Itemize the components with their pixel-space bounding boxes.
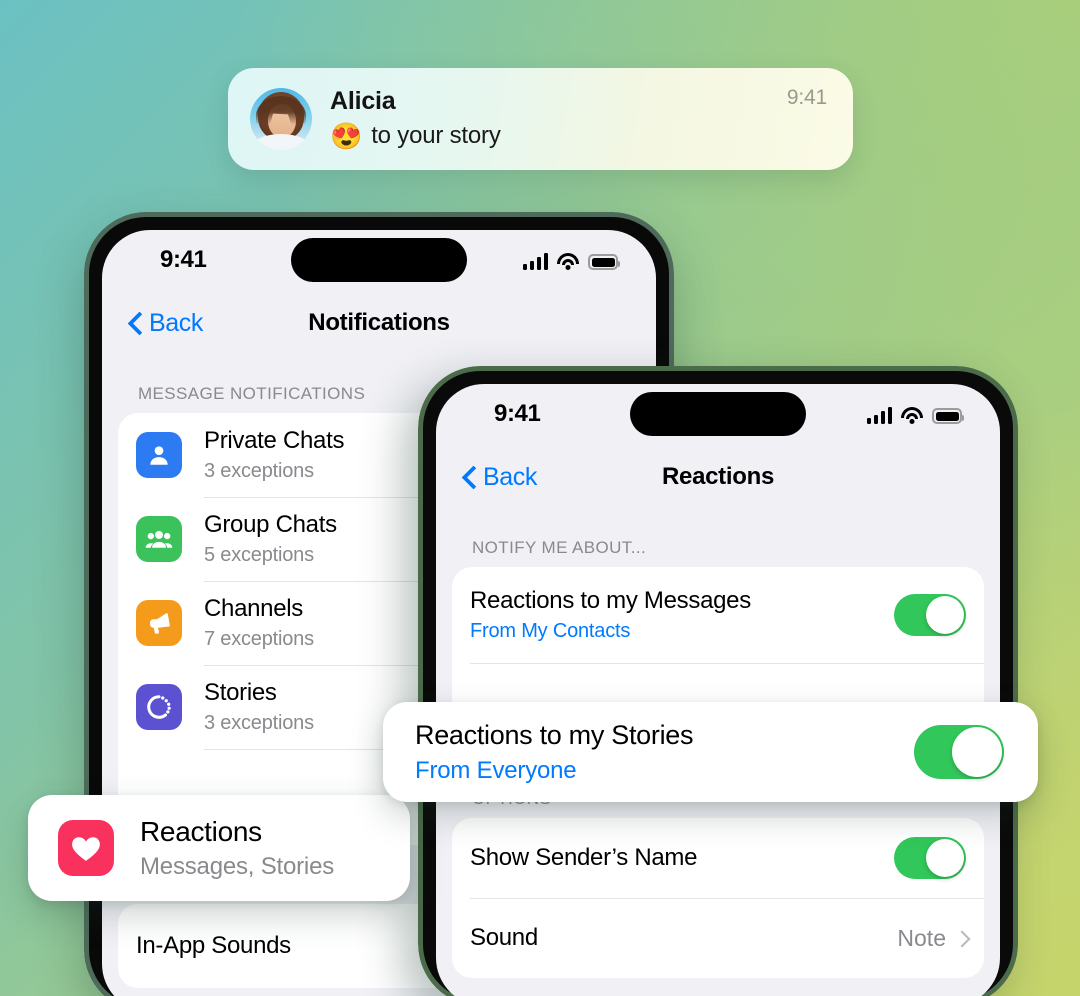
back-button[interactable]: Back: [462, 463, 537, 492]
list-item-title: Reactions to my Messages: [470, 587, 894, 616]
banner-message: 😍 to your story: [330, 122, 787, 150]
phone-right: 9:41 Back Reactions NOTIFY ME ABOUT...: [418, 366, 1018, 996]
chevron-left-icon: [462, 466, 475, 488]
promo-canvas: Alicia 😍 to your story 9:41 9:41: [0, 0, 1080, 996]
banner-time: 9:41: [787, 86, 827, 110]
page-title: Notifications: [308, 309, 449, 337]
list-item-sound[interactable]: Sound Note: [452, 898, 984, 978]
status-time: 9:41: [160, 246, 206, 274]
cellular-bars-icon: [867, 407, 893, 424]
avatar: [250, 88, 312, 150]
megaphone-icon: [136, 600, 182, 646]
sound-value: Note: [897, 925, 946, 952]
heart-eyes-emoji-icon: 😍: [330, 123, 362, 149]
toggle-show-senders-name[interactable]: [894, 837, 966, 879]
person-icon: [136, 432, 182, 478]
nav-bar-left: Back Notifications: [102, 292, 656, 354]
section-header-notify-me-about: NOTIFY ME ABOUT...: [436, 508, 1000, 567]
phone-right-screen: 9:41 Back Reactions NOTIFY ME ABOUT...: [436, 384, 1000, 996]
status-bar-left: 9:41: [102, 230, 656, 292]
card-title: Reactions: [140, 815, 388, 849]
toggle-reactions-to-my-stories[interactable]: [914, 725, 1004, 779]
banner-sender-name: Alicia: [330, 88, 787, 116]
list-item-title: Show Sender’s Name: [470, 844, 894, 873]
dynamic-island: [630, 392, 806, 436]
card-title: Reactions to my Stories: [415, 719, 914, 751]
floating-card-reactions-to-my-stories[interactable]: Reactions to my Stories From Everyone: [383, 702, 1038, 802]
story-circle-icon: [136, 684, 182, 730]
status-bar-right: 9:41: [436, 384, 1000, 446]
group-options: Show Sender’s Name Sound Note: [452, 818, 984, 978]
wifi-icon: [901, 407, 923, 424]
dynamic-island: [291, 238, 467, 282]
floating-card-reactions[interactable]: Reactions Messages, Stories: [28, 795, 410, 901]
back-label: Back: [483, 463, 537, 492]
cellular-bars-icon: [523, 253, 549, 270]
nav-bar-right: Back Reactions: [436, 446, 1000, 508]
page-title: Reactions: [662, 463, 774, 491]
list-item-show-senders-name[interactable]: Show Sender’s Name: [452, 818, 984, 898]
battery-icon: [588, 254, 618, 270]
list-item-title: Sound: [470, 924, 897, 953]
back-button[interactable]: Back: [128, 309, 203, 338]
group-icon: [136, 516, 182, 562]
chevron-left-icon: [128, 312, 141, 334]
back-label: Back: [149, 309, 203, 338]
list-item-subtitle[interactable]: From My Contacts: [470, 620, 894, 643]
banner-message-text: to your story: [371, 122, 500, 150]
status-time: 9:41: [494, 400, 540, 428]
card-subtitle: Messages, Stories: [140, 853, 388, 881]
toggle-reactions-to-my-messages[interactable]: [894, 594, 966, 636]
card-subtitle[interactable]: From Everyone: [415, 757, 914, 785]
heart-icon: [58, 820, 114, 876]
chevron-right-icon: [956, 930, 966, 947]
notification-banner[interactable]: Alicia 😍 to your story 9:41: [228, 68, 853, 170]
wifi-icon: [557, 253, 579, 270]
list-item-reactions-to-my-messages[interactable]: Reactions to my Messages From My Contact…: [452, 567, 984, 663]
battery-icon: [932, 408, 962, 424]
